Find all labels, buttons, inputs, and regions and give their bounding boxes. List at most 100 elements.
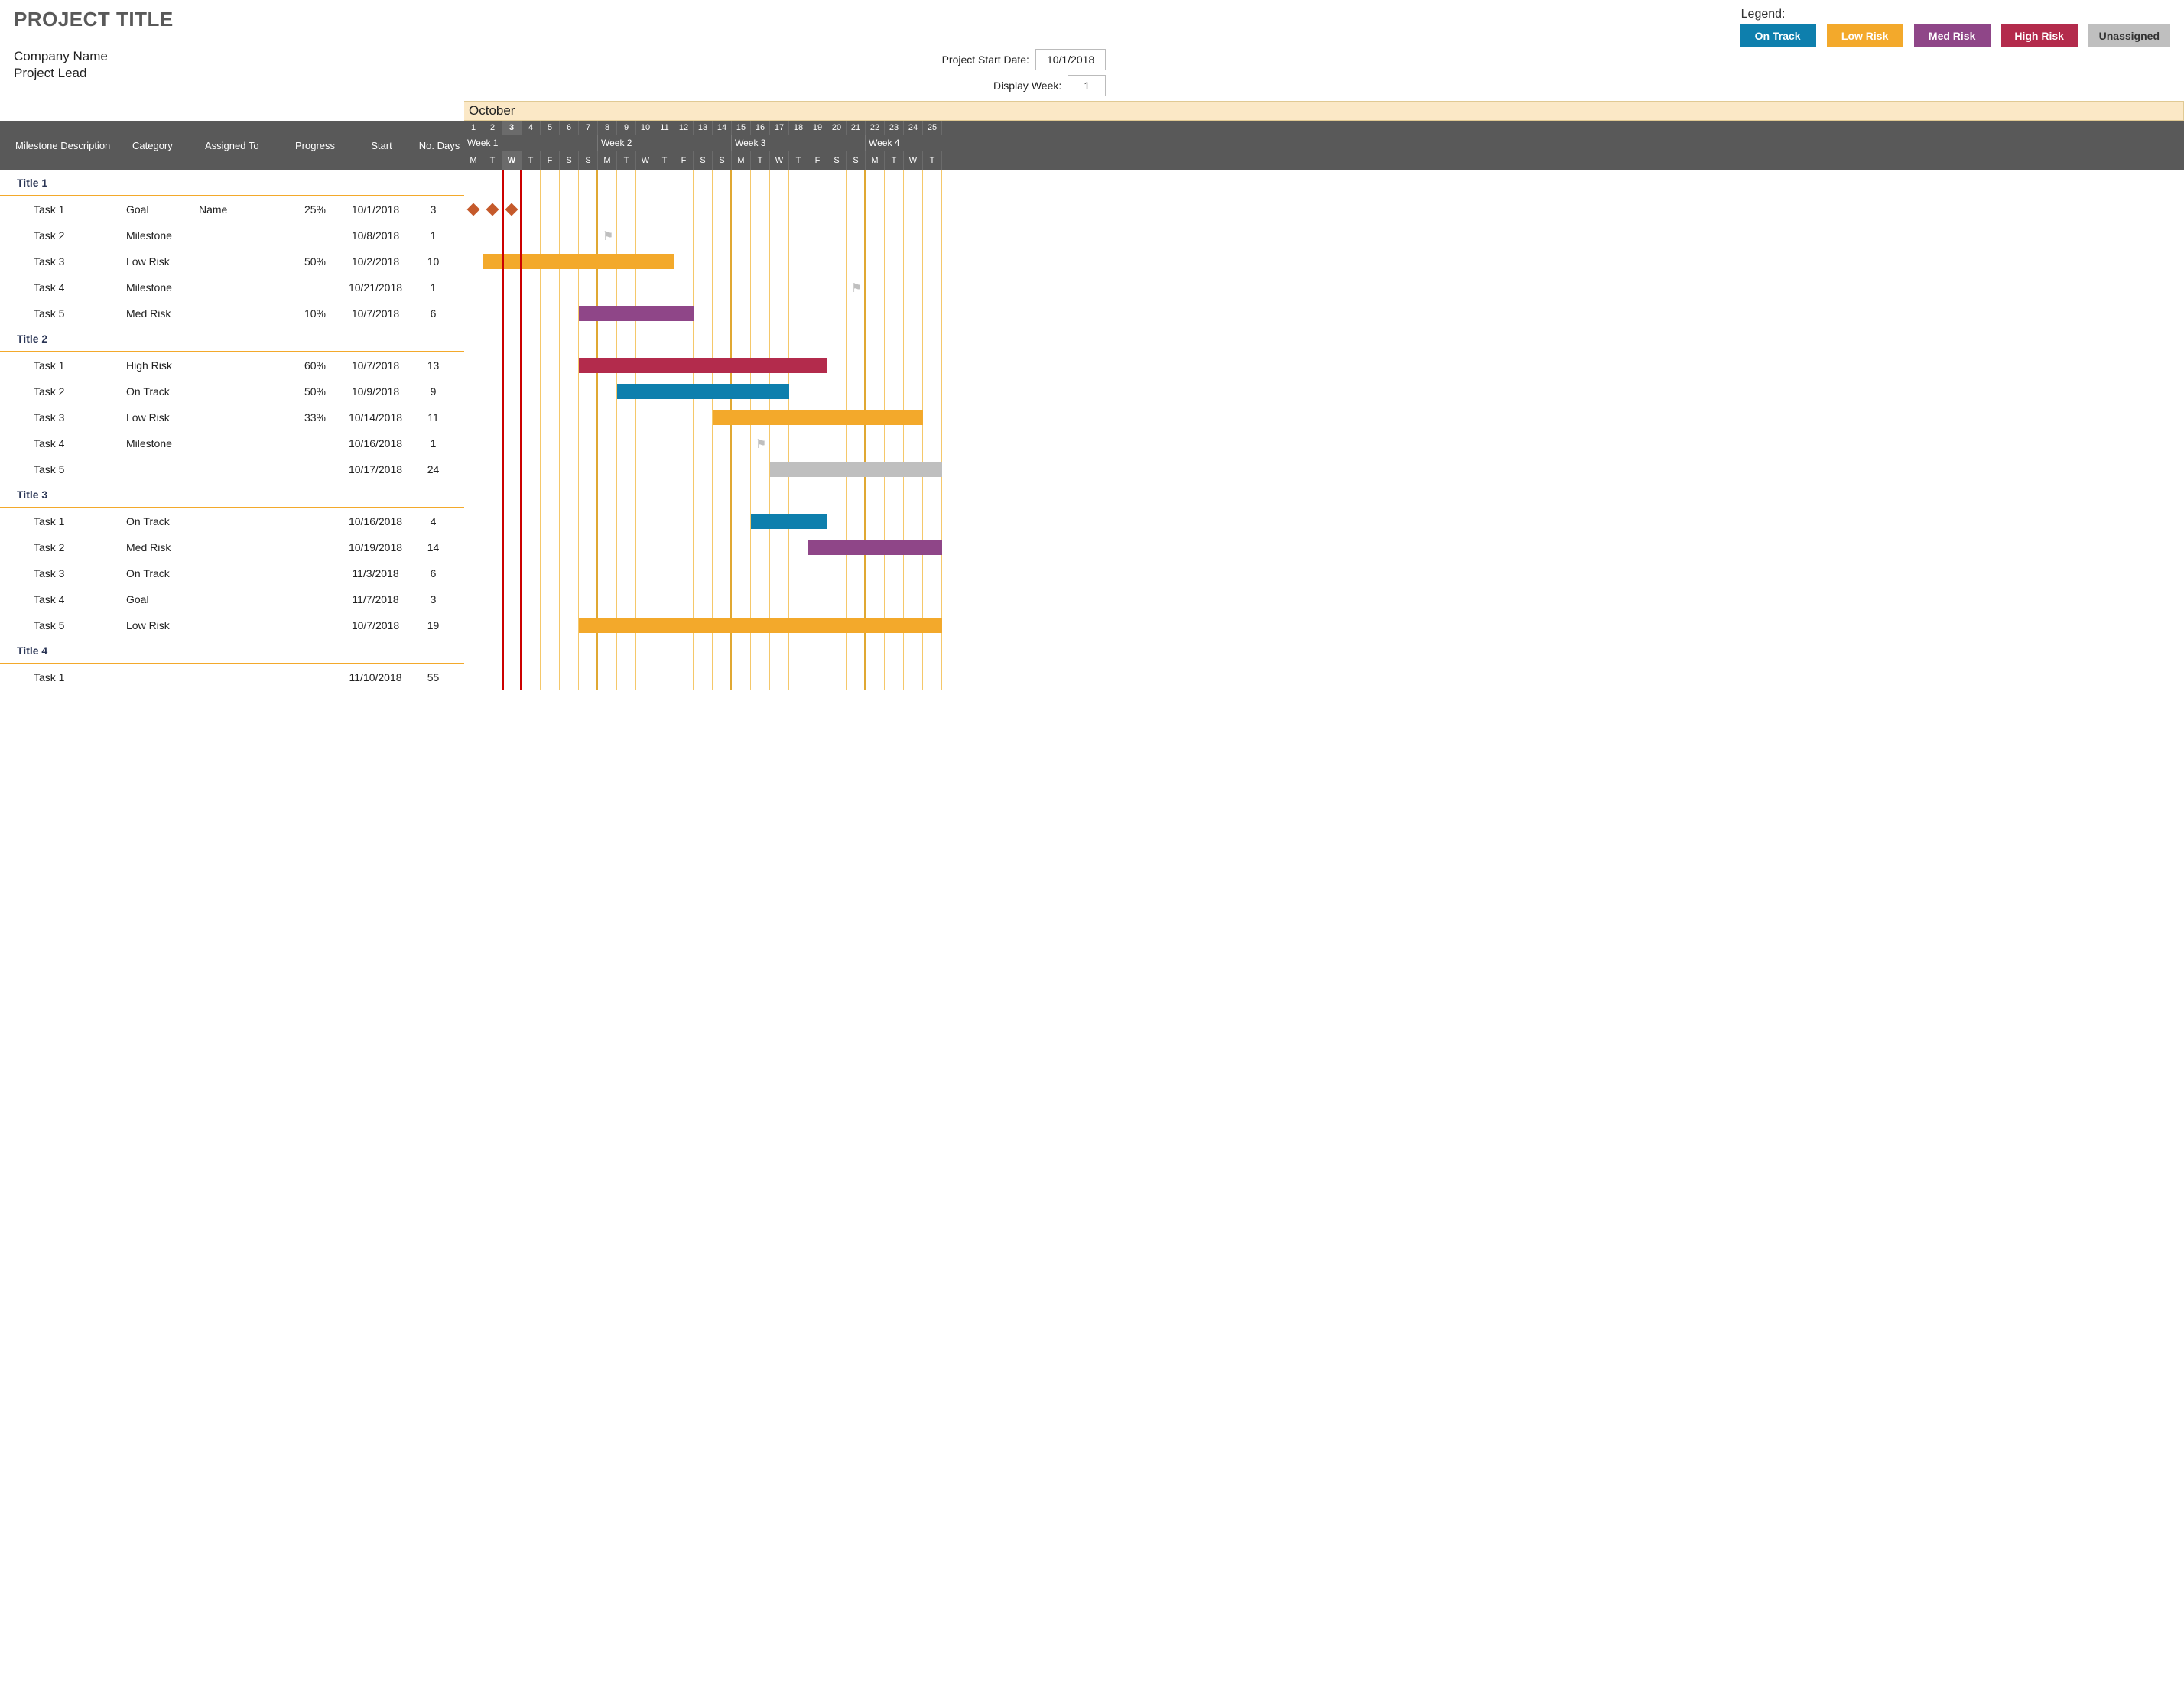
task-days: 10 — [408, 255, 458, 268]
task-name: Task 5 — [0, 463, 126, 476]
cal-dow: F — [541, 151, 560, 170]
task-row[interactable]: Task 4Goal11/7/20183 — [0, 586, 464, 612]
cal-dow: W — [770, 151, 789, 170]
task-row[interactable]: Task 3On Track11/3/20186 — [0, 560, 464, 586]
task-start: 10/19/2018 — [343, 541, 408, 554]
task-start: 11/3/2018 — [343, 567, 408, 580]
gantt-bar[interactable] — [579, 306, 694, 321]
task-days: 1 — [408, 281, 458, 294]
project-lead: Project Lead — [14, 66, 108, 81]
legend-item-med-risk: Med Risk — [1914, 24, 1991, 47]
gantt-row — [464, 534, 2184, 560]
task-category: Med Risk — [126, 541, 199, 554]
task-start: 10/16/2018 — [343, 437, 408, 450]
task-row[interactable]: Task 4Milestone10/21/20181 — [0, 274, 464, 300]
task-start: 10/9/2018 — [343, 385, 408, 398]
task-start: 10/21/2018 — [343, 281, 408, 294]
task-category: Goal — [126, 593, 199, 606]
task-row[interactable]: Task 5Low Risk10/7/201819 — [0, 612, 464, 638]
gantt-row — [464, 508, 2184, 534]
task-category: High Risk — [126, 359, 199, 372]
task-days: 55 — [408, 671, 458, 684]
cal-daynum: 18 — [789, 121, 808, 135]
gantt-row — [464, 352, 2184, 378]
cal-daynum: 8 — [598, 121, 617, 135]
task-days: 11 — [408, 411, 458, 424]
gantt-bar[interactable] — [713, 410, 923, 425]
task-start: 10/7/2018 — [343, 359, 408, 372]
display-week-input[interactable]: 1 — [1068, 75, 1106, 96]
task-category: On Track — [126, 515, 199, 528]
task-row[interactable]: Task 2Med Risk10/19/201814 — [0, 534, 464, 560]
cal-daynum: 2 — [483, 121, 502, 135]
task-assigned: Name — [199, 203, 275, 216]
cal-week-label: Week 4 — [866, 135, 999, 151]
display-week-label: Display Week: — [993, 80, 1061, 92]
cal-dow: S — [560, 151, 579, 170]
section-title: Title 2 — [0, 326, 464, 352]
cal-daynum: 7 — [579, 121, 598, 135]
milestone-flag-icon: ⚑ — [603, 229, 613, 244]
cal-daynum: 6 — [560, 121, 579, 135]
task-start: 11/10/2018 — [343, 671, 408, 684]
gantt-row: ⚑ — [464, 222, 2184, 248]
task-days: 1 — [408, 229, 458, 242]
cal-dow: S — [713, 151, 732, 170]
cal-daynum: 24 — [904, 121, 923, 135]
gantt-bar[interactable] — [751, 514, 827, 529]
task-row[interactable]: Task 4Milestone10/16/20181 — [0, 430, 464, 456]
task-days: 3 — [408, 203, 458, 216]
task-name: Task 5 — [0, 619, 126, 632]
task-days: 9 — [408, 385, 458, 398]
table-header: Milestone Description Category Assigned … — [0, 121, 464, 170]
cal-daynum: 5 — [541, 121, 560, 135]
task-days: 4 — [408, 515, 458, 528]
task-days: 1 — [408, 437, 458, 450]
col-milestone: Milestone Description — [6, 140, 132, 151]
cal-dow: T — [617, 151, 636, 170]
gantt-row — [464, 612, 2184, 638]
task-row[interactable]: Task 5Med Risk10%10/7/20186 — [0, 300, 464, 326]
cal-daynum: 9 — [617, 121, 636, 135]
cal-daynum: 4 — [522, 121, 541, 135]
legend-item-low-risk: Low Risk — [1827, 24, 1903, 47]
cal-dow: S — [579, 151, 598, 170]
cal-daynum: 14 — [713, 121, 732, 135]
task-row[interactable]: Task 3Low Risk50%10/2/201810 — [0, 248, 464, 274]
task-row[interactable]: Task 111/10/201855 — [0, 664, 464, 690]
task-row[interactable]: Task 1On Track10/16/20184 — [0, 508, 464, 534]
task-days: 24 — [408, 463, 458, 476]
task-row[interactable]: Task 1High Risk60%10/7/201813 — [0, 352, 464, 378]
gantt-bar[interactable] — [579, 618, 942, 633]
goal-diamond-icon — [505, 203, 518, 216]
gantt-bar[interactable] — [617, 384, 789, 399]
task-row[interactable]: Task 1GoalName25%10/1/20183 — [0, 196, 464, 222]
task-row[interactable]: Task 510/17/201824 — [0, 456, 464, 482]
task-category: Low Risk — [126, 411, 199, 424]
cal-dow: T — [483, 151, 502, 170]
task-category: Milestone — [126, 281, 199, 294]
cal-dow: T — [751, 151, 770, 170]
cal-dow: W — [502, 151, 522, 170]
start-date-input[interactable]: 10/1/2018 — [1035, 49, 1106, 70]
cal-daynum: 1 — [464, 121, 483, 135]
task-row[interactable]: Task 2Milestone10/8/20181 — [0, 222, 464, 248]
task-start: 10/14/2018 — [343, 411, 408, 424]
task-days: 6 — [408, 567, 458, 580]
cal-dow: F — [674, 151, 694, 170]
gantt-bar[interactable] — [770, 462, 942, 477]
cal-dow: M — [866, 151, 885, 170]
task-days: 3 — [408, 593, 458, 606]
cal-dow: T — [923, 151, 942, 170]
cal-daynum: 19 — [808, 121, 827, 135]
task-row[interactable]: Task 2On Track50%10/9/20189 — [0, 378, 464, 404]
cal-dow: S — [694, 151, 713, 170]
gantt-row — [464, 300, 2184, 326]
gantt-bar[interactable] — [808, 540, 942, 555]
task-start: 10/1/2018 — [343, 203, 408, 216]
gantt-bar[interactable] — [579, 358, 827, 373]
task-start: 10/7/2018 — [343, 307, 408, 320]
gantt-bar[interactable] — [483, 254, 674, 269]
task-row[interactable]: Task 3Low Risk33%10/14/201811 — [0, 404, 464, 430]
section-title: Title 4 — [0, 638, 464, 664]
